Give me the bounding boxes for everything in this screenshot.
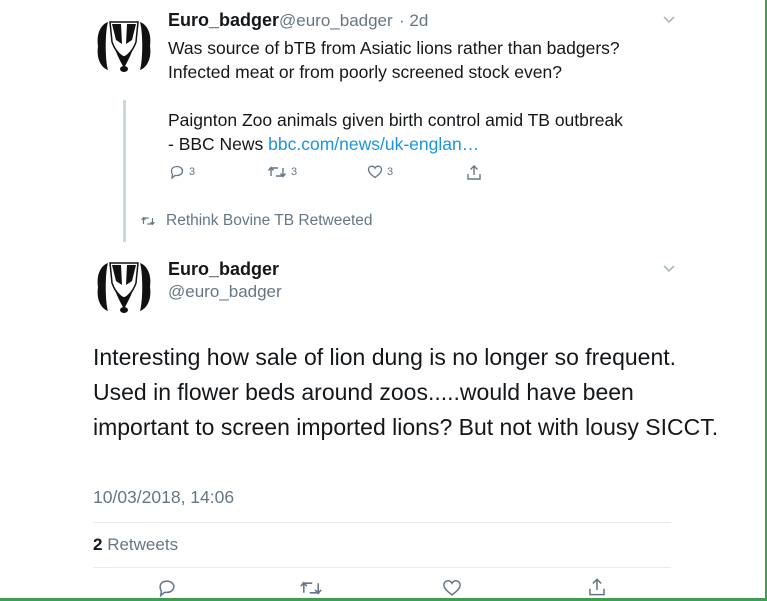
- like-count: 3: [387, 166, 394, 178]
- retweet-icon: [141, 216, 155, 226]
- tweet-link[interactable]: bbc.com/news/uk-englan…: [268, 134, 479, 154]
- chevron-down-icon[interactable]: [662, 15, 676, 25]
- thread-connector: [123, 100, 126, 242]
- display-name[interactable]: Euro_badger: [168, 259, 279, 280]
- avatar[interactable]: [92, 14, 156, 78]
- like-icon: [367, 165, 383, 179]
- tweet-text: Interesting how sale of lion dung is no …: [93, 344, 719, 440]
- retweet-count: 3: [291, 166, 298, 178]
- user-handle[interactable]: @euro_badger: [168, 282, 282, 302]
- share-icon: [589, 578, 605, 596]
- retweets-label: Retweets: [107, 535, 179, 554]
- user-handle[interactable]: @euro_badger: [279, 11, 393, 31]
- reply-button[interactable]: [157, 578, 177, 598]
- avatar[interactable]: [92, 255, 156, 319]
- share-button[interactable]: [466, 164, 482, 181]
- share-icon: [467, 165, 481, 180]
- divider: [93, 567, 671, 568]
- retweet-icon: [300, 581, 322, 595]
- reply-icon: [159, 580, 175, 598]
- tweet-time[interactable]: · 2d: [399, 11, 428, 31]
- badger-avatar-icon: [97, 262, 151, 313]
- tweet-timestamp[interactable]: 10/03/2018, 14:06: [93, 487, 234, 508]
- divider: [93, 522, 671, 523]
- chevron-down-icon[interactable]: [662, 264, 676, 274]
- like-button[interactable]: [442, 578, 462, 598]
- reply-count: 3: [189, 166, 196, 178]
- reply-button[interactable]: 3: [169, 164, 195, 180]
- retweet-button[interactable]: [299, 578, 323, 598]
- retweets-count: 2: [93, 535, 103, 554]
- retweets-stat[interactable]: 2 Retweets: [93, 535, 178, 555]
- display-name[interactable]: Euro_badger: [168, 10, 279, 31]
- retweet-notice[interactable]: Rethink Bovine TB Retweeted: [140, 212, 373, 230]
- like-icon: [443, 579, 461, 596]
- like-button[interactable]: 3: [367, 164, 393, 180]
- badger-avatar-icon: [97, 21, 151, 72]
- retweet-button[interactable]: 3: [267, 164, 297, 180]
- reply-icon: [170, 165, 184, 180]
- retweet-icon: [267, 166, 287, 178]
- tweet-text: Was source of bTB from Asiatic lions rat…: [168, 38, 623, 154]
- share-button[interactable]: [587, 577, 607, 597]
- retweet-notice-label: Rethink Bovine TB Retweeted: [166, 212, 373, 229]
